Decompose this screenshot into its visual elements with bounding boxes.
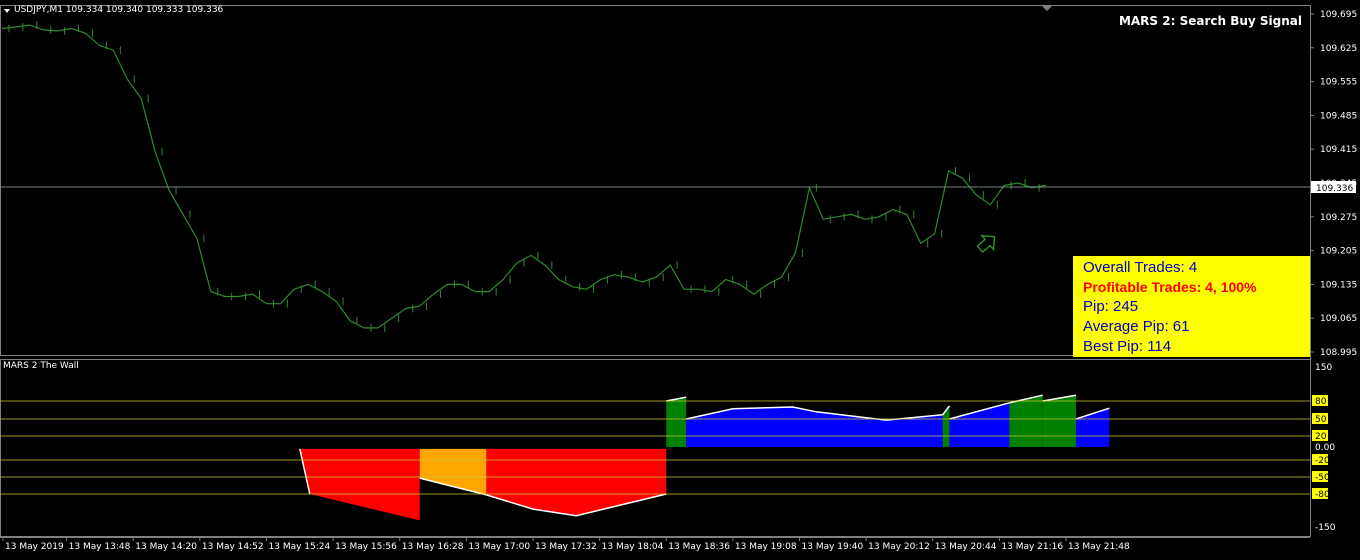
time-tick-label: 13 May 2019 [5, 542, 64, 552]
profitable-trades: Profitable Trades: 4, 100% [1083, 279, 1257, 295]
time-tick-label: 13 May 15:56 [335, 542, 397, 552]
indicator-tick-label: 150 [1315, 363, 1332, 373]
price-tick-label: 109.555 [1320, 78, 1357, 88]
indicator-title: MARS 2 The Wall [3, 361, 79, 371]
overall-trades: Overall Trades: 4 [1083, 259, 1198, 276]
time-tick-label: 13 May 16:28 [402, 542, 464, 552]
indicator-tick-label: -80 [1315, 490, 1330, 500]
indicator-green-area [1042, 395, 1076, 447]
price-tick-label: 109.695 [1320, 10, 1357, 20]
symbol-quote: USDJPY,M1 109.334 109.340 109.333 109.33… [14, 5, 224, 15]
pip-total: Pip: 245 [1083, 298, 1139, 315]
time-tick-label: 13 May 21:48 [1068, 542, 1130, 552]
indicator-panel [0, 359, 1311, 537]
time-tick-label: 13 May 17:32 [535, 542, 597, 552]
price-tick-label: 109.625 [1320, 44, 1357, 54]
current-price-label: 109.336 [1316, 184, 1353, 194]
time-tick-label: 13 May 20:12 [868, 542, 930, 552]
indicator-green-area [942, 405, 950, 447]
price-tick-label: 109.135 [1320, 280, 1357, 290]
time-tick-label: 13 May 13:48 [69, 542, 131, 552]
signal-title: MARS 2: Search Buy Signal [1118, 14, 1302, 28]
indicator-green-area [1009, 395, 1043, 447]
time-tick-label: 13 May 17:00 [468, 542, 530, 552]
time-tick-label: 13 May 18:36 [668, 542, 730, 552]
indicator-red-area [486, 448, 667, 516]
price-tick-label: 109.415 [1320, 145, 1357, 155]
indicator-orange-area [419, 448, 487, 495]
indicator-tick-label: -150 [1315, 523, 1336, 533]
time-tick-label: 13 May 20:44 [935, 542, 997, 552]
time-axis-ticks: 13 May 2019 13 May 13:48 13 May 14:20 13 Ma… [2, 537, 1130, 552]
indicator-tick-label: -20 [1315, 456, 1330, 466]
indicator-tick-label: -50 [1315, 473, 1330, 483]
average-pip: Average Pip: 61 [1083, 318, 1190, 335]
time-tick-label: 13 May 19:40 [802, 542, 864, 552]
price-tick-label: 109.275 [1320, 213, 1357, 223]
current-price: 109.336 [0, 181, 1356, 194]
time-tick-label: 13 May 19:08 [735, 542, 797, 552]
stats-panel: Overall Trades: 4 Profitable Trades: 4, … [1073, 256, 1310, 357]
best-pip: Best Pip: 114 [1083, 338, 1172, 355]
time-tick-label: 13 May 21:16 [1001, 542, 1063, 552]
panel-scroll-icon[interactable] [1042, 6, 1052, 11]
price-tick-label: 109.065 [1320, 314, 1357, 324]
buy-arrow-icon [976, 234, 996, 254]
indicator-blue-area [949, 402, 1010, 447]
indicator-tick-label: 20 [1315, 432, 1327, 442]
indicator-area [299, 394, 1110, 521]
indicator-green-area [666, 397, 687, 447]
indicator-tick-label: 0.00 [1315, 443, 1335, 453]
price-line [1, 24, 1047, 329]
price-tick-label: 109.205 [1320, 247, 1357, 257]
price-tick-label: 109.485 [1320, 111, 1357, 121]
time-tick-label: 13 May 18:04 [602, 542, 664, 552]
price-tick-label: 108.995 [1320, 348, 1357, 358]
indicator-tick-label: 80 [1315, 397, 1327, 407]
indicator-blue-area [686, 407, 943, 447]
time-tick-label: 13 May 14:52 [202, 542, 264, 552]
indicator-axis-ticks: 150 80 50 200.00 -20 -50 -80 -150 [1312, 363, 1336, 533]
symbol-title: USDJPY,M1 109.334 109.340 109.333 109.33… [14, 5, 223, 15]
indicator-tick-label: 50 [1315, 415, 1327, 425]
time-tick-label: 13 May 15:24 [269, 542, 331, 552]
chevron-down-icon[interactable] [4, 9, 10, 13]
price-series [1, 21, 1047, 332]
time-tick-label: 13 May 14:20 [135, 542, 197, 552]
